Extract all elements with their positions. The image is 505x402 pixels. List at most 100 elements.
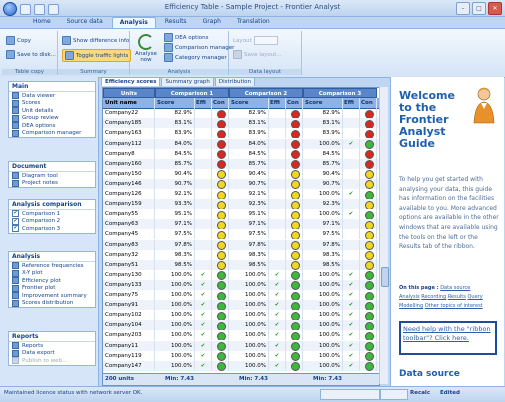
column-header-con[interactable]: Con — [360, 98, 377, 109]
traffic-light-icon — [291, 321, 300, 331]
table-row[interactable]: Company159 93.3% 92.3% 92.3% — [103, 199, 379, 210]
link-other-topics[interactable]: Other topics of interest — [425, 303, 483, 309]
traffic-light-icon — [291, 170, 300, 179]
layout-dropdown[interactable]: Layout — [233, 36, 278, 45]
efficient-check-icon — [343, 239, 360, 250]
sidebar-item-group-review[interactable]: Group review — [9, 114, 95, 123]
save-to-disk-button[interactable]: Save to disk... — [6, 50, 56, 59]
sidebar-item-project-notes[interactable]: Project notes — [9, 179, 95, 188]
sidebar-item-data-export[interactable]: Data export — [9, 349, 95, 358]
sidebar-item-scores[interactable]: Scores — [9, 99, 95, 108]
column-header-con[interactable]: Con — [286, 98, 303, 109]
tab-home[interactable]: Home — [26, 17, 58, 28]
table-row[interactable]: Company133 100.0% ✔ 100.0% ✔ 100.0% ✔ — [103, 279, 379, 290]
tab-source-data[interactable]: Source data — [60, 17, 110, 28]
table-row[interactable]: Company45 97.5% 97.5% 97.5% — [103, 229, 379, 240]
tab-translation[interactable]: Translation — [230, 17, 277, 28]
link-analysis[interactable]: Analysis — [399, 294, 420, 300]
table-row[interactable]: Company22 82.9% 82.9% 82.9% — [103, 108, 379, 119]
ribbon-help-link[interactable]: Need help with the "ribbon toolbar"? Cli… — [399, 321, 497, 355]
column-header-score[interactable]: Score — [229, 98, 269, 109]
sidebar-item-comparison-manager[interactable]: Comparison manager — [9, 129, 95, 138]
table-row[interactable]: Company51 98.5% 98.5% 98.5% — [103, 259, 379, 270]
checkbox-checked-icon[interactable]: ✔ — [12, 210, 19, 218]
column-header-units[interactable]: Units — [103, 88, 155, 99]
column-header-comparison[interactable]: Comparison 3 — [303, 88, 377, 99]
sidebar-item-unit-details[interactable]: Unit details — [9, 107, 95, 115]
sidebar-item-comparison-1[interactable]: ✔ Comparison 1 — [9, 210, 95, 218]
table-row[interactable]: Company203 100.0% ✔ 100.0% ✔ 100.0% ✔ — [103, 330, 379, 341]
sidebar-item-diagram-tool[interactable]: Diagram tool — [9, 172, 95, 180]
link-results[interactable]: Results — [448, 294, 466, 300]
close-button[interactable]: ✕ — [488, 2, 502, 15]
sidebar-item-comparison-3[interactable]: ✔ Comparison 3 — [9, 225, 95, 233]
tab-efficiency-scores[interactable]: Efficiency scores — [101, 77, 161, 86]
table-row[interactable]: Company63 97.1% 97.1% 97.1% — [103, 219, 379, 230]
column-header-con[interactable]: Con — [212, 98, 229, 109]
table-row[interactable]: Company91 100.0% ✔ 100.0% ✔ 100.0% ✔ — [103, 300, 379, 311]
analyse-now-button[interactable]: Analyse now — [134, 34, 158, 63]
sidebar-item-improvement-summary[interactable]: Improvement summary — [9, 292, 95, 300]
sidebar-item-reference-frequencies[interactable]: Reference frequencies — [9, 262, 95, 270]
sidebar-item-reports[interactable]: Reports — [9, 342, 95, 350]
table-row[interactable]: Company32 98.3% 98.3% 98.3% — [103, 249, 379, 260]
column-header-effi[interactable]: Effi — [195, 98, 212, 109]
toggle-traffic-lights-button[interactable]: Toggle traffic lights — [62, 49, 132, 62]
sidebar-item-dea-options[interactable]: DEA options — [9, 122, 95, 130]
column-header-effi[interactable]: Effi — [269, 98, 286, 109]
column-header-score[interactable]: Score — [303, 98, 343, 109]
table-row[interactable]: Company55 95.1% 95.1% 100.0% ✔ — [103, 209, 379, 220]
comparison-manager-button[interactable]: Comparison manager — [164, 43, 234, 52]
table-row[interactable]: Company147 100.0% ✔ 100.0% ✔ 100.0% ✔ — [103, 360, 379, 371]
link-recording[interactable]: Recording — [421, 294, 446, 300]
table-row[interactable]: Company126 92.1% 92.1% 100.0% ✔ — [103, 189, 379, 200]
copy-button[interactable]: Copy — [6, 36, 31, 45]
column-header-comparison[interactable]: Comparison 1 — [155, 88, 229, 99]
score-cell: 100.0% — [303, 189, 343, 200]
traffic-light-icon — [291, 281, 300, 290]
sidebar-item-efficiency-plot[interactable]: Efficiency plot — [9, 277, 95, 285]
link-data-source[interactable]: Data source — [440, 285, 470, 291]
table-row[interactable]: Company163 83.9% 83.9% 83.9% — [103, 128, 379, 139]
sidebar-item-comparison-2[interactable]: ✔ Comparison 2 — [9, 217, 95, 226]
column-header-effi[interactable]: Effi — [343, 98, 360, 109]
tab-graph[interactable]: Graph — [196, 17, 228, 28]
tab-summary-graph[interactable]: Summary graph — [161, 77, 214, 86]
save-layout-button[interactable]: Save layout... — [233, 50, 282, 59]
category-manager-button[interactable]: Category manager — [164, 53, 227, 62]
column-header-unit-name[interactable]: Unit name — [103, 98, 155, 109]
table-scrollbar[interactable] — [379, 87, 389, 384]
table-row[interactable]: Company11 100.0% ✔ 100.0% ✔ 100.0% ✔ — [103, 340, 379, 351]
dea-options-button[interactable]: DEA options — [164, 33, 208, 42]
table-row[interactable]: Company150 90.4% 90.4% 90.4% — [103, 168, 379, 179]
table-row[interactable]: Company102 100.0% ✔ 100.0% ✔ 100.0% ✔ — [103, 310, 379, 321]
table-row[interactable]: Company160 85.7% 85.7% 85.7% — [103, 158, 379, 169]
sidebar-item-data-viewer[interactable]: Data viewer — [9, 92, 95, 100]
link-query[interactable]: Query — [467, 294, 482, 300]
table-row[interactable]: Company83 97.8% 97.8% 97.8% — [103, 239, 379, 250]
score-cell: 100.0% — [229, 290, 269, 301]
table-row[interactable]: Company8 84.5% 84.5% 84.5% — [103, 148, 379, 159]
scrollbar-thumb[interactable] — [381, 267, 389, 287]
show-difference-button[interactable]: Show difference info — [62, 36, 129, 45]
checkbox-checked-icon[interactable]: ✔ — [12, 217, 19, 225]
table-row[interactable]: Company112 84.0% 84.0% 100.0% ✔ — [103, 138, 379, 149]
link-modelling[interactable]: Modelling — [399, 303, 423, 309]
column-header-comparison[interactable]: Comparison 2 — [229, 88, 303, 99]
table-row[interactable]: Company75 100.0% ✔ 100.0% ✔ 100.0% ✔ — [103, 290, 379, 301]
table-row[interactable]: Company130 100.0% ✔ 100.0% ✔ 100.0% ✔ — [103, 269, 379, 280]
sidebar-item-scores-distribution[interactable]: Scores distribution — [9, 299, 95, 308]
table-row[interactable]: Company104 100.0% ✔ 100.0% ✔ 100.0% ✔ — [103, 320, 379, 331]
tab-distribution[interactable]: Distribution — [214, 77, 256, 86]
table-row[interactable]: Company185 83.1% 83.1% 83.1% — [103, 118, 379, 129]
table-row[interactable]: Company119 100.0% ✔ 100.0% ✔ 100.0% ✔ — [103, 350, 379, 361]
checkbox-checked-icon[interactable]: ✔ — [12, 225, 19, 233]
maximize-button[interactable]: □ — [472, 2, 486, 15]
sidebar-item-frontier-plot[interactable]: Frontier plot — [9, 284, 95, 293]
sidebar-item-publish-to-web[interactable]: Publish to web... — [9, 357, 95, 365]
column-header-score[interactable]: Score — [155, 98, 195, 109]
sidebar-item-xy-plot[interactable]: X-Y plot — [9, 269, 95, 278]
tab-results[interactable]: Results — [158, 17, 194, 28]
table-row[interactable]: Company146 90.7% 90.7% 90.7% — [103, 178, 379, 189]
minimize-button[interactable]: – — [456, 2, 470, 15]
